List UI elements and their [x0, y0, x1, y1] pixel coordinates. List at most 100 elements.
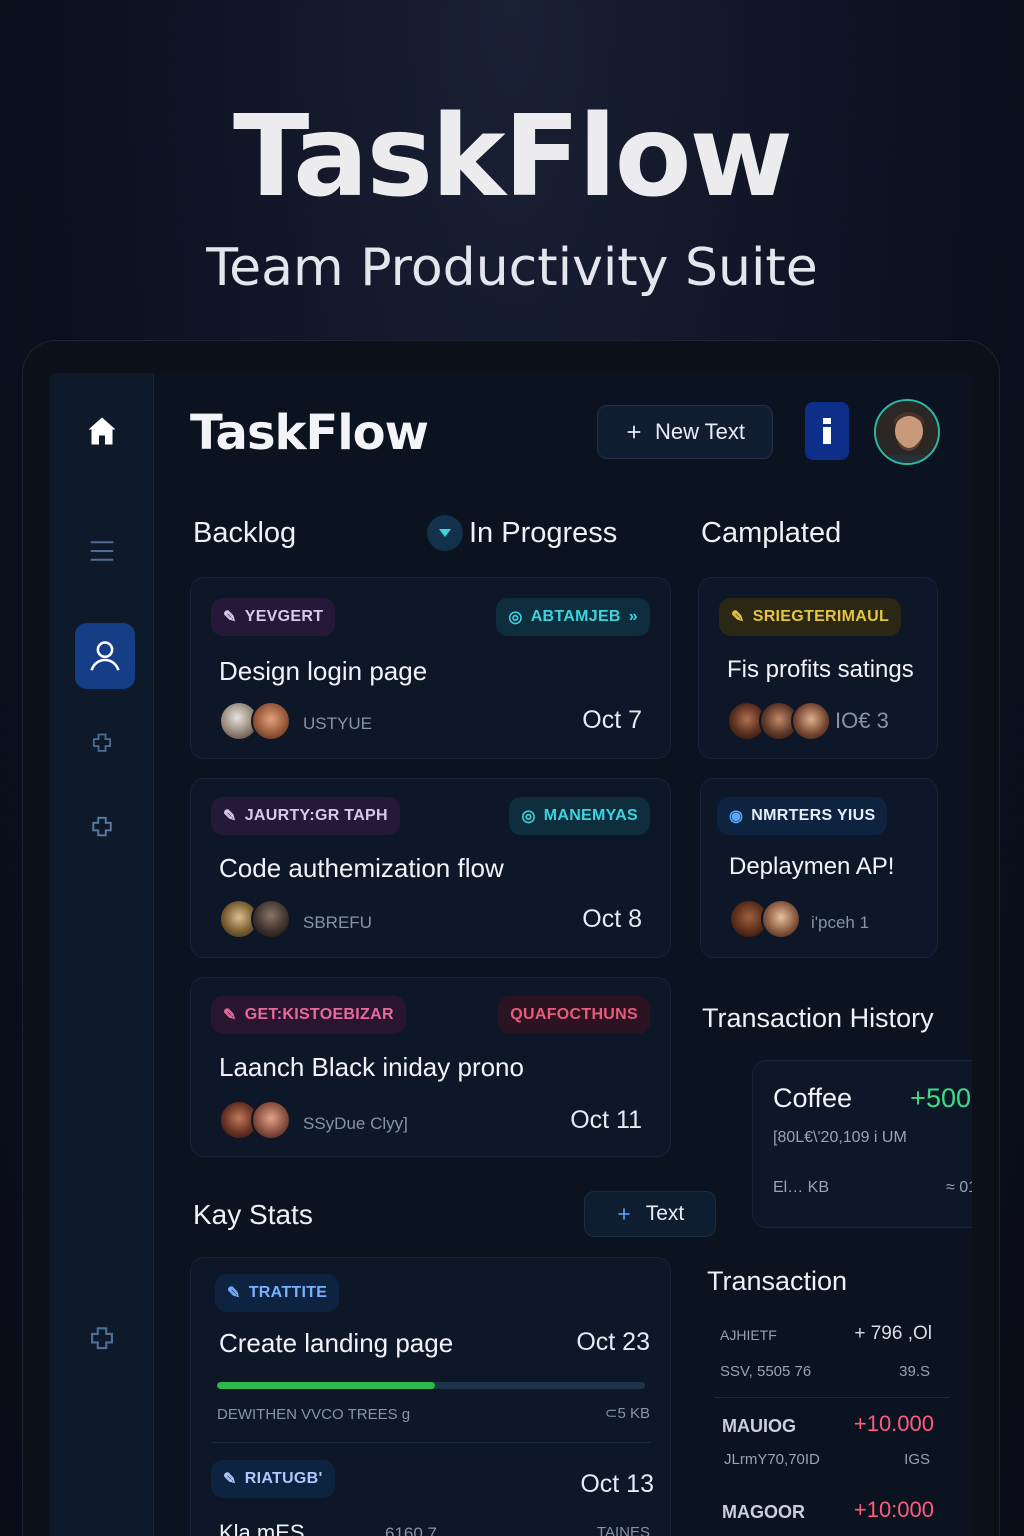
add-text-label: Text: [645, 1202, 685, 1225]
avatar: [761, 899, 801, 939]
transaction-sub-value: 39.S: [899, 1363, 930, 1380]
avatar: [251, 701, 291, 741]
assignee-avatars: [219, 1100, 291, 1140]
new-text-label: New Text: [654, 419, 746, 444]
stats-card[interactable]: ✎ TRATTITE Create landing page Oct 23 DE…: [190, 1257, 671, 1536]
transaction-amount: +10.000: [853, 1411, 934, 1436]
task-status-tag: ◎ MANEMYAS: [509, 797, 650, 835]
user-icon[interactable]: [75, 623, 135, 689]
transaction-amount: +10:000: [853, 1497, 934, 1522]
completed-card[interactable]: ✎ SRIEGTERIMAUL Fis profits satings IO€ …: [698, 577, 938, 759]
task-title: Laanch Black iniday prono: [219, 1052, 524, 1082]
task-tag: ✎ GET:KISTOEBIZAR: [211, 996, 406, 1034]
sidebar: [50, 373, 154, 1536]
transaction-amount: +500: [910, 1083, 971, 1113]
pen-icon: ✎: [223, 1007, 237, 1024]
column-completed[interactable]: Camplated: [701, 517, 841, 550]
task-meta: USTYUE: [303, 714, 372, 733]
transaction-foot-value: ≈ 01: [945, 1179, 972, 1196]
task-tag: ✎ JAURTY:GR TAPH: [211, 797, 400, 835]
transaction-detail: [80L€\'20,109 i UM: [773, 1129, 907, 1146]
transaction-label: MAGOOR: [722, 1502, 805, 1522]
task-tag: ✎ RIATUGB': [211, 1460, 335, 1498]
app-title: TaskFlow: [190, 405, 429, 461]
pen-icon: ✎: [223, 808, 237, 825]
task-title: Create landing page: [219, 1328, 454, 1358]
task-title: Design login page: [219, 656, 428, 686]
task-tag: ✎ TRATTITE: [215, 1274, 340, 1312]
transaction-name: Coffee: [773, 1083, 853, 1113]
new-text-button[interactable]: New Text: [597, 405, 773, 459]
main-content: TaskFlow New Text Backlog In Progress Ca…: [154, 373, 972, 1536]
task-meta: SSyDue Clyy]: [303, 1114, 408, 1133]
pen-icon: ✎: [223, 609, 237, 626]
progress-bar: [217, 1382, 645, 1389]
avatar: [791, 701, 831, 741]
task-meta: 6160 7: [385, 1524, 437, 1536]
pen-icon: ✎: [227, 1285, 241, 1302]
task-title: Kla mES: [219, 1520, 305, 1536]
camera-icon: ◎: [521, 808, 536, 825]
task-tag: ✎ YEVGERT: [211, 598, 336, 636]
transaction-sub: JLrmY70,70ID: [724, 1451, 820, 1468]
transaction-sub: SSV, 5505 76: [720, 1363, 812, 1380]
transaction-foot: El… KB: [773, 1179, 830, 1196]
column-backlog[interactable]: Backlog: [193, 517, 296, 550]
transaction-history-heading: Transaction History: [702, 1003, 934, 1033]
assignee-avatars: [727, 701, 831, 741]
stats-heading: Kay Stats: [193, 1199, 313, 1230]
info-button[interactable]: [805, 402, 849, 460]
task-card[interactable]: ✎ JAURTY:GR TAPH ◎ MANEMYAS Code authemi…: [190, 778, 671, 958]
plus-icon: [627, 425, 641, 439]
camera-icon: ◎: [508, 609, 523, 626]
add-text-button[interactable]: Text: [584, 1191, 716, 1237]
app-screen: TaskFlow New Text Backlog In Progress Ca…: [50, 373, 972, 1536]
divider: [211, 1442, 651, 1443]
pen-icon: ✎: [731, 609, 745, 626]
user-avatar[interactable]: [874, 399, 940, 465]
task-status-tag: ◎ ABTAMJEB »: [496, 598, 650, 636]
task-meta: DEWITHEN VVCO TREES g: [217, 1406, 411, 1423]
task-date: Oct 8: [582, 905, 642, 933]
hero-title: TaskFlow: [233, 92, 793, 222]
transaction-heading: Transaction: [707, 1266, 848, 1296]
assignee-avatars: [219, 899, 291, 939]
info-icon: [823, 418, 831, 444]
task-title: Deplaymen AP!: [729, 853, 895, 880]
menu-icon[interactable]: [50, 531, 154, 571]
hero-subtitle: Team Productivity Suite: [206, 238, 818, 298]
task-meta: SBREFU: [303, 913, 372, 932]
avatar: [251, 1100, 291, 1140]
task-status-tag: QUAFOCTHUNS: [498, 996, 650, 1034]
puzzle-icon[interactable]: [50, 1321, 154, 1361]
assignee-avatars: [219, 701, 291, 741]
chevron-down-icon[interactable]: [427, 515, 463, 551]
transaction-label: AJHIETF: [720, 1327, 777, 1343]
task-date: Oct 11: [570, 1106, 642, 1134]
task-meta: IO€ 3: [835, 708, 889, 733]
task-tag: ◉ NMRTERS YIUS: [717, 797, 888, 835]
task-title: Code authemization flow: [219, 853, 504, 883]
puzzle-icon[interactable]: [50, 811, 154, 847]
divider: [714, 1397, 950, 1398]
task-meta: TAINES: [596, 1524, 650, 1536]
task-date: Oct 13: [580, 1470, 654, 1498]
avatar: [251, 899, 291, 939]
plus-icon: [618, 1208, 630, 1220]
transaction-amount: + 796 ,Ol: [854, 1323, 932, 1344]
progress-fill: [217, 1382, 436, 1389]
transaction-card[interactable]: Coffee +500 [80L€\'20,109 i UM El… KB ≈ …: [752, 1060, 972, 1228]
completed-card[interactable]: ◉ NMRTERS YIUS Deplaymen AP! i'pceh 1: [700, 778, 938, 958]
task-tag: ✎ SRIEGTERIMAUL: [719, 598, 902, 636]
chevron-right-icon: »: [628, 608, 638, 625]
task-card[interactable]: ✎ GET:KISTOEBIZAR QUAFOCTHUNS Laanch Bla…: [190, 977, 671, 1157]
task-title: Fis profits satings: [727, 656, 914, 683]
column-in-progress[interactable]: In Progress: [469, 517, 617, 550]
clock-icon: ◉: [729, 808, 744, 825]
pen-icon: ✎: [223, 1471, 237, 1488]
task-meta: i'pceh 1: [811, 913, 870, 932]
home-icon[interactable]: [50, 409, 154, 453]
transaction-sub-value: IGS: [904, 1451, 930, 1468]
task-card[interactable]: ✎ YEVGERT ◎ ABTAMJEB » Design login page…: [190, 577, 671, 759]
puzzle-icon[interactable]: [50, 727, 154, 763]
